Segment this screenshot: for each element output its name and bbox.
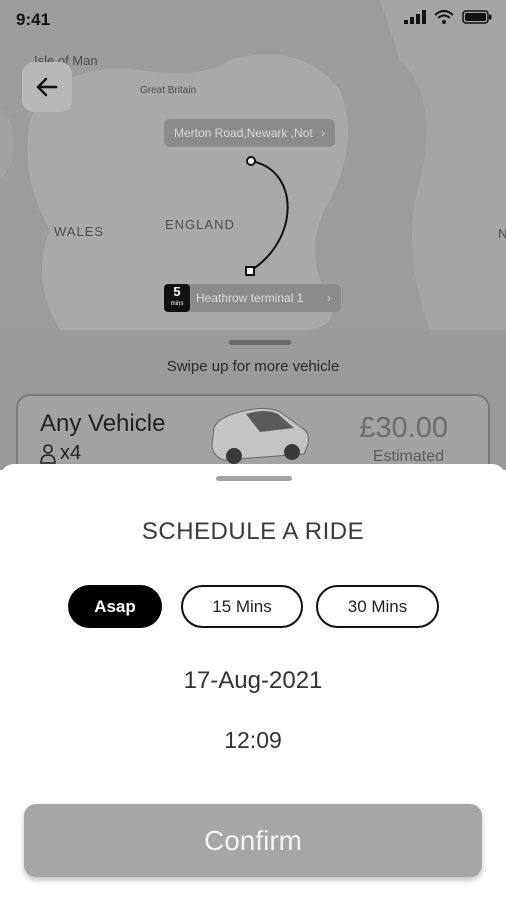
dropoff-location-pill[interactable]: 5 mins Heathrow terminal 1 ›	[164, 284, 341, 312]
status-time: 9:41	[16, 10, 51, 29]
car-icon	[211, 407, 309, 464]
signal-icon	[404, 10, 426, 24]
arrow-left-icon	[36, 77, 58, 97]
option-30-mins-chip[interactable]: 30 Mins	[316, 585, 439, 628]
eta-badge-unit: mins	[170, 301, 184, 307]
swipe-hint: Swipe up for more vehicle	[166, 358, 340, 375]
schedule-title: SCHEDULE A RIDE	[141, 518, 365, 545]
confirm-button[interactable]: Confirm	[24, 804, 482, 877]
chevron-right-icon: ›	[321, 126, 325, 140]
eta-badge: 5 mins	[164, 284, 190, 312]
panel-drag-handle[interactable]	[229, 340, 291, 345]
status-bar: 9:41	[0, 0, 506, 40]
schedule-date[interactable]: 17-Aug-2021	[0, 667, 506, 695]
schedule-sheet: SCHEDULE A RIDE Asap 15 Mins 30 Mins 17-…	[0, 464, 506, 900]
person-icon	[40, 443, 56, 464]
dropoff-location-text: Heathrow terminal 1	[196, 291, 304, 305]
route-line	[245, 156, 289, 276]
status-icons	[404, 10, 492, 24]
vehicle-seats: x4	[40, 442, 81, 465]
vehicle-panel: Swipe up for more vehicle Any Vehicle x4…	[0, 330, 506, 484]
chevron-right-icon: ›	[327, 291, 331, 305]
schedule-time[interactable]: 12:09	[0, 727, 506, 754]
map-view[interactable]: Isle of Man Great Britain WALES ENGLAND …	[0, 0, 506, 330]
pickup-location-pill[interactable]: Merton Road,Newark ,Nott ›	[164, 119, 335, 147]
battery-icon	[462, 10, 492, 24]
vehicle-seat-count: x4	[60, 442, 82, 464]
sheet-drag-handle[interactable]	[216, 476, 292, 481]
option-15-mins-chip[interactable]: 15 Mins	[181, 585, 303, 628]
vehicle-name: Any Vehicle	[40, 410, 166, 437]
wifi-icon	[434, 10, 454, 24]
eta-badge-value: 5	[173, 284, 181, 299]
pickup-location-text: Merton Road,Newark ,Nott	[174, 126, 313, 140]
back-button[interactable]	[22, 62, 72, 112]
option-asap-chip[interactable]: Asap	[68, 585, 162, 628]
vehicle-price: £30.00	[359, 412, 448, 444]
